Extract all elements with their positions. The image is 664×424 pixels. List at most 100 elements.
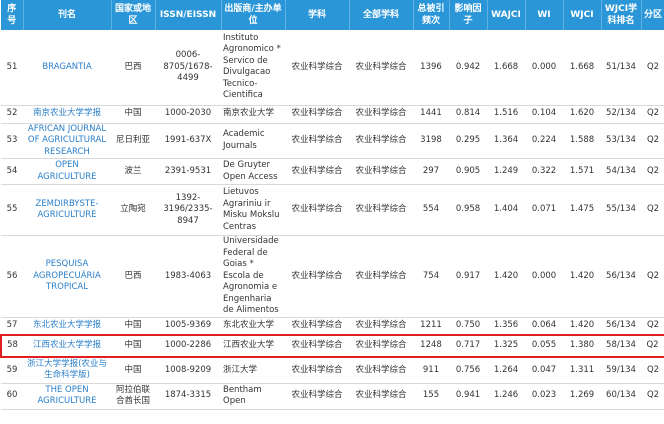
col-index-header: 序号 xyxy=(1,0,24,30)
col-country-header: 国家或地区 xyxy=(111,0,156,30)
wajci: 1.356 xyxy=(487,317,525,336)
subject: 农业科学综合 xyxy=(285,357,349,384)
issn: 0006-8705/1678-4499 xyxy=(155,30,221,106)
table-row: 53 AFRICAN JOURNAL OF AGRICULTURAL RESEAR… xyxy=(1,123,664,159)
row-index: 53 xyxy=(1,123,23,159)
row-index: 52 xyxy=(1,105,23,124)
subject: 农业科学综合 xyxy=(285,30,349,106)
table-row: 58 江西农业大学学报 中国 1000-2286 江西农业大学 农业科学综合 农业科学综合 1… xyxy=(0,334,664,358)
wjci-rank: 52/134 xyxy=(601,105,641,124)
journal-name[interactable]: THE OPEN AGRICULTURE xyxy=(23,383,111,410)
wjci: 1.269 xyxy=(563,383,601,410)
wjci-rank: 60/134 xyxy=(601,383,641,410)
col-subject-header: 学科 xyxy=(285,0,350,30)
subject: 农业科学综合 xyxy=(285,184,349,236)
impact-factor: 0.917 xyxy=(449,235,487,318)
journal-name[interactable]: PESQUISA AGROPECUÁRIA TROPICAL xyxy=(23,235,111,318)
journal-name[interactable]: 江西农业大学学报 xyxy=(23,334,111,358)
impact-factor: 0.756 xyxy=(449,357,487,384)
country: 尼日利亚 xyxy=(111,123,155,159)
publisher: 江西农业大学 xyxy=(221,334,285,358)
issn: 1392-3196/2335-8947 xyxy=(155,184,221,236)
wi: 0.104 xyxy=(525,105,563,124)
publisher: Academic Journals xyxy=(221,123,285,159)
quartile: Q2 xyxy=(641,30,664,106)
table-row: 60 THE OPEN AGRICULTURE 阿拉伯联合酋长国 1874-3315 B… xyxy=(1,383,664,410)
wajci: 1.420 xyxy=(487,235,525,318)
wjci-rank: 55/134 xyxy=(601,184,641,236)
country: 中国 xyxy=(111,357,155,384)
wajci: 1.668 xyxy=(487,30,525,106)
quartile: Q2 xyxy=(641,123,664,159)
wjci: 1.668 xyxy=(563,30,601,106)
quartile: Q2 xyxy=(641,357,664,384)
country: 中国 xyxy=(111,105,155,124)
journal-name[interactable]: 浙江大学学报(农业与生命科学版) xyxy=(23,357,111,384)
wjci: 1.311 xyxy=(563,357,601,384)
wjci-rank: 59/134 xyxy=(601,357,641,384)
publisher: 东北农业大学 xyxy=(221,317,285,336)
wi: 0.000 xyxy=(525,235,563,318)
col-all-subjects-header: 全部学科 xyxy=(349,0,414,30)
wi: 0.064 xyxy=(525,317,563,336)
row-index: 60 xyxy=(1,383,23,410)
impact-factor: 0.942 xyxy=(449,30,487,106)
publisher: 南京农业大学 xyxy=(221,105,285,124)
quartile: Q2 xyxy=(641,317,664,336)
total-citations: 554 xyxy=(413,184,449,236)
row-index: 59 xyxy=(1,357,23,384)
header-row: 序号 刊名 国家或地区 ISSN/EISSN 出版商/主办单位 学科 全部学科 总被引频次 影响… xyxy=(1,0,664,30)
wjci: 1.420 xyxy=(563,235,601,318)
total-citations: 911 xyxy=(413,357,449,384)
col-wajci-header: WAJCI xyxy=(487,0,526,30)
wi: 0.224 xyxy=(525,123,563,159)
country: 立陶宛 xyxy=(111,184,155,236)
wajci: 1.249 xyxy=(487,158,525,185)
impact-factor: 0.750 xyxy=(449,317,487,336)
row-index: 57 xyxy=(1,317,23,336)
journal-name[interactable]: 南京农业大学学报 xyxy=(23,105,111,124)
wjci-rank: 56/134 xyxy=(601,317,641,336)
col-wjci-rank-header: WJCI学科排名 xyxy=(601,0,642,30)
impact-factor: 0.905 xyxy=(449,158,487,185)
wjci-rank: 54/134 xyxy=(601,158,641,185)
wjci-rank: 51/134 xyxy=(601,30,641,106)
table-row: 52 南京农业大学学报 中国 1000-2030 南京农业大学 农业科学综合 农业科学综合 1… xyxy=(1,105,664,124)
impact-factor: 0.295 xyxy=(449,123,487,159)
wi: 0.000 xyxy=(525,30,563,106)
quartile: Q2 xyxy=(641,184,664,236)
col-wi-header: WI xyxy=(525,0,564,30)
publisher: Bentham Open xyxy=(221,383,285,410)
subject: 农业科学综合 xyxy=(285,383,349,410)
total-citations: 155 xyxy=(413,383,449,410)
all-subjects: 农业科学综合 xyxy=(349,30,413,106)
col-wjci-header: WJCI xyxy=(563,0,602,30)
journal-table: 序号 刊名 国家或地区 ISSN/EISSN 出版商/主办单位 学科 全部学科 总被引频次 影响… xyxy=(0,0,664,410)
wi: 0.322 xyxy=(525,158,563,185)
issn: 1000-2030 xyxy=(155,105,221,124)
wajci: 1.246 xyxy=(487,383,525,410)
journal-name[interactable]: AFRICAN JOURNAL OF AGRICULTURAL RESEARCH xyxy=(23,123,111,159)
col-impact-factor-header: 影响因子 xyxy=(449,0,488,30)
total-citations: 1396 xyxy=(413,30,449,106)
table-row: 57 东北农业大学学报 中国 1005-9369 东北农业大学 农业科学综合 农业科学综合 1… xyxy=(1,317,664,336)
journal-name[interactable]: 东北农业大学学报 xyxy=(23,317,111,336)
total-citations: 754 xyxy=(413,235,449,318)
quartile: Q2 xyxy=(641,235,664,318)
wajci: 1.516 xyxy=(487,105,525,124)
impact-factor: 0.958 xyxy=(449,184,487,236)
row-index: 58 xyxy=(0,334,23,358)
publisher: Universidade Federal de Goias * Escola d… xyxy=(221,235,285,318)
wajci: 1.264 xyxy=(487,357,525,384)
wjci: 1.588 xyxy=(563,123,601,159)
country: 中国 xyxy=(111,317,155,336)
total-citations: 297 xyxy=(413,158,449,185)
impact-factor: 0.941 xyxy=(449,383,487,410)
all-subjects: 农业科学综合 xyxy=(349,105,413,124)
wjci: 1.380 xyxy=(563,334,601,358)
journal-name[interactable]: ZEMDIRBYSTE-AGRICULTURE xyxy=(23,184,111,236)
table-row: 55 ZEMDIRBYSTE-AGRICULTURE 立陶宛 1392-3196/23… xyxy=(1,184,664,236)
journal-name[interactable]: BRAGANTIA xyxy=(23,30,111,106)
subject: 农业科学综合 xyxy=(285,123,349,159)
journal-name[interactable]: OPEN AGRICULTURE xyxy=(23,158,111,185)
